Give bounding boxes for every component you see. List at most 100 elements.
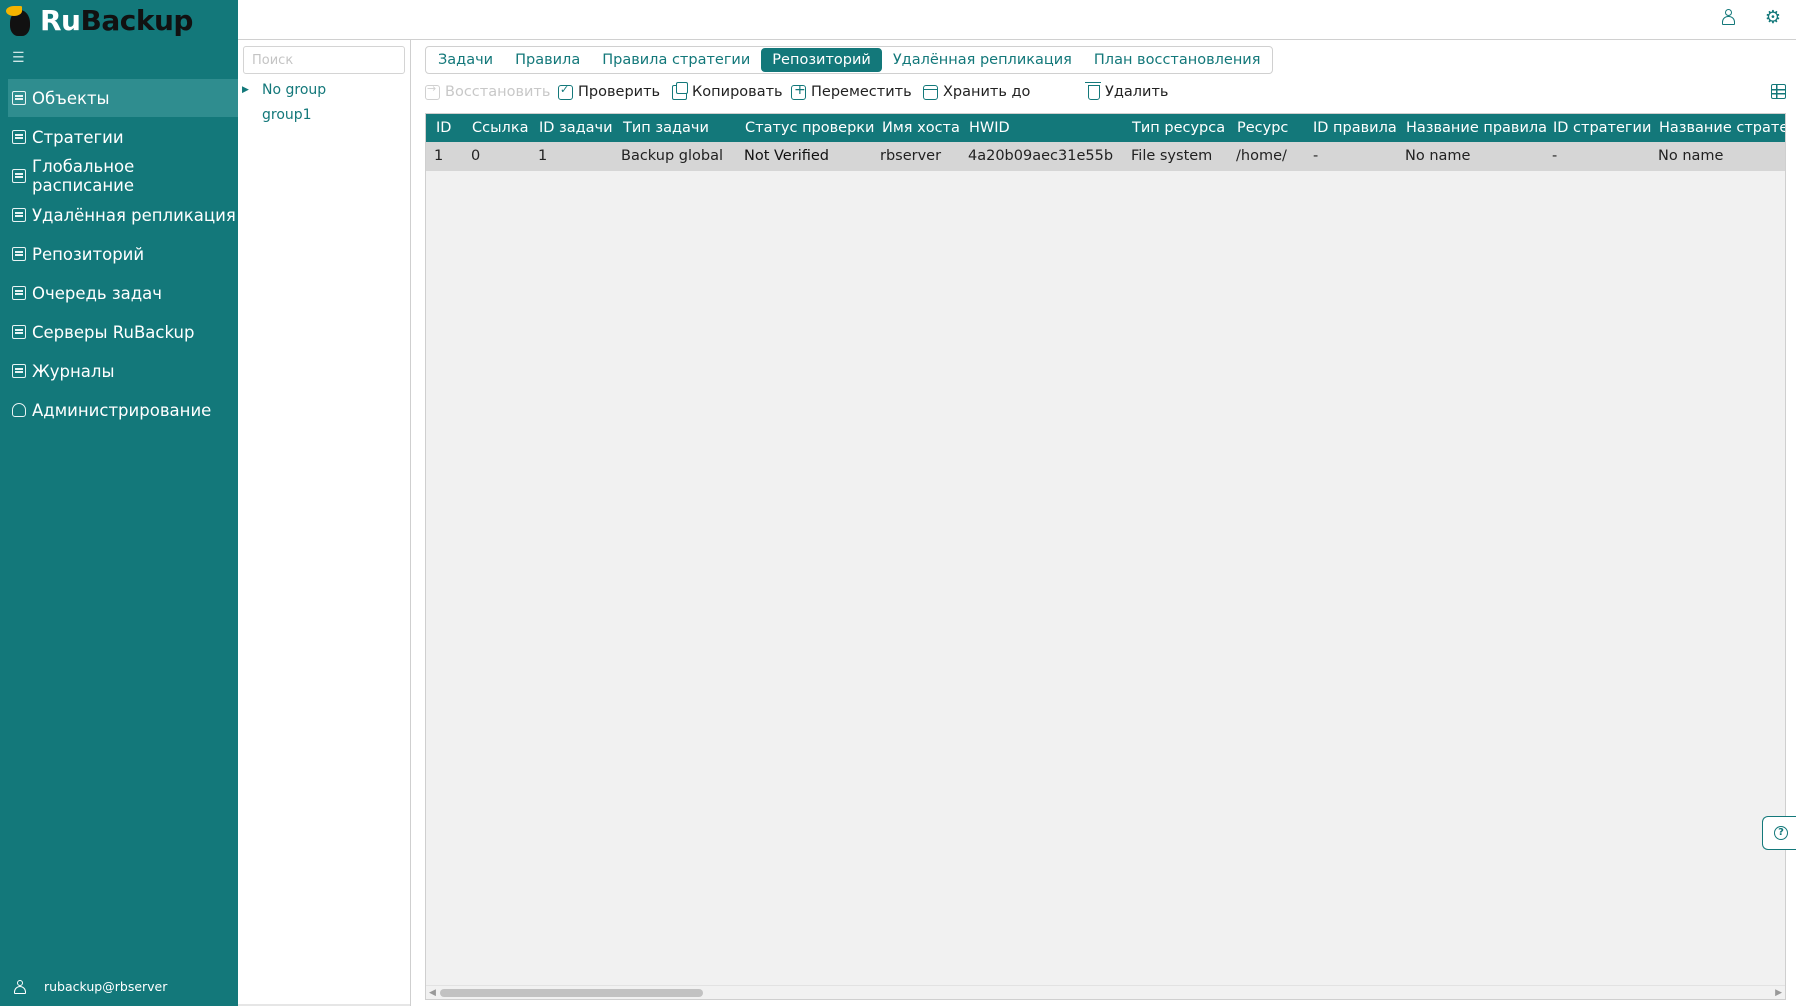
- help-button[interactable]: ?: [1762, 816, 1796, 850]
- server-icon: [12, 325, 26, 339]
- sidebar-item-repository[interactable]: Репозиторий: [8, 235, 238, 273]
- admin-icon: [12, 403, 26, 417]
- column-header[interactable]: Название стратегии: [1659, 114, 1785, 142]
- tab-strategy-rules[interactable]: Правила стратегии: [591, 48, 761, 72]
- delete-button[interactable]: Удалить: [1085, 81, 1169, 100]
- column-header[interactable]: Статус проверки: [745, 114, 874, 142]
- scrollbar-thumb[interactable]: [440, 989, 703, 997]
- table-cell: No name: [1658, 148, 1724, 164]
- replication-icon: [12, 208, 26, 222]
- verify-button[interactable]: Проверить: [558, 83, 661, 100]
- toolbar: Восстановить Проверить Копировать Переме…: [425, 81, 1796, 106]
- column-header[interactable]: ID стратегии: [1553, 114, 1651, 142]
- column-header[interactable]: ID: [436, 114, 451, 142]
- column-header[interactable]: Имя хоста: [882, 114, 960, 142]
- verify-label: Проверить: [578, 84, 661, 100]
- column-header[interactable]: ID задачи: [539, 114, 613, 142]
- copy-icon: [672, 81, 688, 100]
- current-user[interactable]: rubackup@rbserver: [14, 979, 167, 994]
- sidebar-item-strategies[interactable]: Стратегии: [8, 118, 238, 156]
- move-button[interactable]: Переместить: [791, 82, 912, 100]
- sidebar-item-label: Репозиторий: [32, 244, 145, 264]
- table-cell: -: [1313, 148, 1319, 164]
- column-header[interactable]: ID правила: [1313, 114, 1397, 142]
- main-content: Задачи Правила Правила стратегии Репозит…: [411, 40, 1796, 1006]
- column-header[interactable]: Ссылка: [472, 114, 528, 142]
- column-settings-icon[interactable]: [1771, 84, 1786, 99]
- sidebar-item-task-queue[interactable]: Очередь задач: [8, 274, 238, 312]
- tree-node-label: No group: [262, 82, 327, 98]
- profile-icon[interactable]: [1720, 9, 1738, 27]
- calendar-icon: [923, 84, 938, 100]
- move-label: Переместить: [811, 84, 912, 100]
- document-icon: [12, 130, 26, 144]
- table-cell: 0: [471, 148, 481, 164]
- sidebar-item-label: Очередь задач: [32, 283, 163, 303]
- table-cell: File system: [1131, 148, 1213, 164]
- tab-remote-replication[interactable]: Удалённая репликация: [882, 48, 1083, 72]
- keep-until-label: Хранить до: [943, 84, 1031, 100]
- sidebar-item-servers[interactable]: Серверы RuBackup: [8, 313, 238, 351]
- table-cell: /home/: [1236, 148, 1287, 164]
- search-input[interactable]: [243, 46, 405, 74]
- tree-node-label: group1: [262, 107, 312, 123]
- restore-label: Восстановить: [445, 84, 551, 100]
- table-cell: -: [1552, 148, 1558, 164]
- sidebar-item-global-schedule[interactable]: Глобальное расписание: [8, 157, 238, 195]
- table-cell: 1: [538, 148, 548, 164]
- tab-tasks[interactable]: Задачи: [427, 48, 504, 72]
- horizontal-scrollbar[interactable]: ◀ ▶: [426, 985, 1785, 999]
- copy-label: Копировать: [692, 84, 783, 100]
- sidebar-item-label: Журналы: [32, 361, 115, 381]
- group-tree-panel: ▶ No group group1: [238, 40, 411, 1006]
- tree-node-group1[interactable]: group1: [262, 107, 312, 123]
- scroll-left-icon[interactable]: ◀: [429, 988, 436, 998]
- column-header[interactable]: Тип задачи: [623, 114, 709, 142]
- table-row[interactable]: 1 0 1 Backup global Not Verified rbserve…: [426, 142, 1785, 171]
- clipboard-icon: [12, 286, 26, 300]
- table-header: ID Ссылка ID задачи Тип задачи Статус пр…: [426, 114, 1785, 142]
- logo-text-ru: Ru: [40, 3, 81, 37]
- column-header[interactable]: Ресурс: [1237, 114, 1288, 142]
- restore-icon: [425, 82, 440, 100]
- logo-text-backup: Backup: [80, 3, 194, 37]
- sidebar-item-remote-replication[interactable]: Удалённая репликация: [8, 196, 238, 234]
- column-header[interactable]: HWID: [969, 114, 1010, 142]
- restore-button[interactable]: Восстановить: [425, 82, 551, 100]
- sidebar-item-objects[interactable]: Объекты: [8, 79, 238, 117]
- sidebar-item-label: Администрирование: [32, 400, 212, 420]
- keep-until-button[interactable]: Хранить до: [923, 84, 1030, 100]
- table-cell: Backup global: [621, 148, 723, 164]
- copy-button[interactable]: Копировать: [672, 81, 783, 100]
- delete-label: Удалить: [1105, 84, 1169, 100]
- table-cell: No name: [1405, 148, 1471, 164]
- log-icon: [12, 364, 26, 378]
- repository-table: ID Ссылка ID задачи Тип задачи Статус пр…: [425, 113, 1786, 1000]
- sidebar: RuBackup ☰ Объекты Стратегии Глобальное …: [0, 0, 238, 1006]
- sidebar-item-logs[interactable]: Журналы: [8, 352, 238, 390]
- scroll-right-icon[interactable]: ▶: [1775, 988, 1782, 998]
- top-bar: ⚙: [238, 0, 1796, 40]
- tab-recovery-plan[interactable]: План восстановления: [1083, 48, 1272, 72]
- tab-repository[interactable]: Репозиторий: [761, 48, 882, 72]
- column-header[interactable]: Название правила: [1406, 114, 1547, 142]
- expand-arrow-icon[interactable]: ▶: [242, 85, 252, 95]
- gear-icon[interactable]: ⚙: [1764, 9, 1782, 27]
- tab-rules[interactable]: Правила: [504, 48, 591, 72]
- tree-node-no-group[interactable]: ▶ No group: [242, 82, 326, 98]
- help-icon: ?: [1774, 826, 1788, 840]
- logo: RuBackup: [6, 0, 193, 40]
- collapse-menu-icon[interactable]: ☰: [12, 50, 28, 66]
- column-header[interactable]: Тип ресурса: [1132, 114, 1225, 142]
- app-window: RuBackup ☰ Объекты Стратегии Глобальное …: [0, 0, 1796, 1006]
- sidebar-item-administration[interactable]: Администрирование: [8, 391, 238, 429]
- verification-status-cell: Not Verified: [744, 148, 829, 164]
- sidebar-item-label: Стратегии: [32, 127, 124, 147]
- logo-text: RuBackup: [40, 4, 193, 37]
- table-cell: rbserver: [880, 148, 942, 164]
- table-cell: 1: [434, 148, 444, 164]
- table-cell: 4a20b09aec31e55b: [968, 148, 1114, 164]
- repository-icon: [12, 247, 26, 261]
- monitor-icon: [12, 91, 26, 105]
- sidebar-item-label: Глобальное расписание: [32, 157, 135, 195]
